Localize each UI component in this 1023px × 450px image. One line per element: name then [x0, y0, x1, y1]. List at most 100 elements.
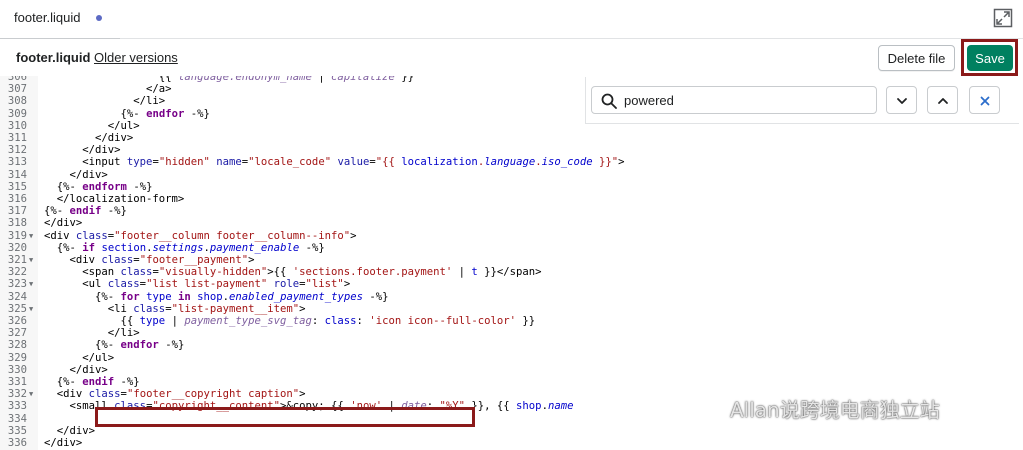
code-line[interactable]: 320 {%- if section.settings.payment_enab…	[0, 242, 1023, 254]
save-button[interactable]: Save	[967, 45, 1013, 71]
code-line[interactable]: 313 <input type="hidden" name="locale_co…	[0, 156, 1023, 168]
code-line[interactable]: 316 </localization-form>	[0, 193, 1023, 205]
code-line[interactable]: 315 {%- endform -%}	[0, 181, 1023, 193]
code-line[interactable]: 319 ▼ <div class="footer__column footer__c…	[0, 230, 1023, 242]
code-text: {%- if section.settings.payment_enable -…	[44, 242, 325, 254]
code-line[interactable]: 328 {%- endfor -%}	[0, 339, 1023, 351]
code-line[interactable]: 317 {%- endif -%}	[0, 205, 1023, 217]
code-line[interactable]: 336 </div>	[0, 437, 1023, 449]
line-number: 317	[7, 205, 27, 218]
code-text: <li class="list-payment__item">	[44, 303, 306, 315]
code-token: </div>	[44, 217, 83, 230]
code-line[interactable]: 318 </div>	[0, 217, 1023, 229]
code-line[interactable]: 327 </li>	[0, 327, 1023, 339]
wechat-icon	[701, 398, 722, 417]
code-token: <div	[44, 254, 102, 266]
code-token: }}"	[592, 156, 619, 169]
line-number: 316	[7, 193, 27, 205]
delete-file-button[interactable]: Delete file	[878, 45, 955, 71]
code-token: "hidden"	[158, 156, 210, 169]
code-token: {%-	[44, 107, 147, 120]
code-token: </div>	[44, 132, 134, 144]
code-token: payment_enable	[209, 241, 300, 254]
code-token: class	[75, 229, 108, 242]
code-token: -%}	[362, 290, 389, 303]
previous-match-button[interactable]	[927, 86, 958, 114]
line-number: 314	[7, 168, 27, 181]
code-token: language.endonym_name	[177, 76, 312, 83]
code-token: >	[343, 278, 351, 291]
code-line[interactable]: 314 </div>	[0, 169, 1023, 181]
editor-toolbar: footer.liquid Older versions	[0, 39, 1023, 75]
code-line[interactable]: 312 </div>	[0, 144, 1023, 156]
chevron-down-icon	[897, 98, 907, 104]
code-line[interactable]: 331 {%- endif -%}	[0, 376, 1023, 388]
code-text: </a>	[44, 83, 172, 95]
code-text: {%- for type in shop.enabled_payment_typ…	[44, 290, 389, 303]
code-token: <span	[44, 266, 121, 279]
line-number: 336	[7, 437, 27, 449]
search-input[interactable]	[624, 90, 864, 110]
code-token: -%}	[114, 376, 140, 388]
code-token: |	[452, 266, 472, 279]
older-versions-link[interactable]: Older versions	[94, 50, 178, 65]
code-token: }}	[394, 76, 414, 83]
expand-icon[interactable]	[993, 8, 1013, 28]
code-token: >	[350, 229, 357, 242]
fold-arrow-icon[interactable]: ▼	[29, 230, 33, 242]
code-line[interactable]: 324 {%- for type in shop.enabled_payment…	[0, 291, 1023, 303]
close-search-button[interactable]	[969, 86, 1000, 114]
code-token: {{	[158, 76, 178, 83]
code-line[interactable]: 311 </div>	[0, 132, 1023, 144]
code-line[interactable]: 326 {{ type | payment_type_svg_tag: clas…	[0, 315, 1023, 327]
code-text: <input type="hidden" name="locale_code" …	[44, 156, 625, 169]
code-token: class	[120, 266, 153, 279]
line-number: 328	[7, 339, 27, 352]
code-token: class	[324, 315, 357, 327]
code-line[interactable]: 322 <span class="visually-hidden">{{ 'se…	[0, 266, 1023, 278]
line-number: 334	[7, 412, 27, 425]
code-line[interactable]: 321 ▼ <div class="footer__payment">	[0, 254, 1023, 266]
line-number: 323	[7, 278, 27, 291]
code-line[interactable]: 325 ▼ <li class="list-payment__item">	[0, 303, 1023, 315]
code-text: {%- endfor -%}	[44, 339, 184, 351]
line-number: 325	[7, 302, 27, 315]
line-number: 332	[7, 388, 27, 401]
code-token: <li	[44, 302, 134, 315]
next-match-button[interactable]	[886, 86, 917, 114]
file-title: footer.liquid	[16, 50, 91, 65]
code-text: <div class="footer__payment">	[44, 254, 255, 266]
code-line[interactable]: 329 </ul>	[0, 352, 1023, 364]
fold-arrow-icon[interactable]: ▼	[29, 303, 33, 315]
code-token: type	[139, 315, 166, 327]
code-token: >	[618, 156, 625, 169]
code-token: <div	[44, 229, 76, 242]
code-line[interactable]: 323 ▼ <ul class="list list-payment" role=…	[0, 278, 1023, 290]
search-icon	[601, 93, 617, 109]
line-number: 330	[7, 363, 27, 376]
code-token: -%}	[101, 205, 127, 218]
code-token: language	[484, 156, 536, 169]
fold-arrow-icon[interactable]: ▼	[29, 278, 33, 290]
code-token: shop	[516, 400, 542, 413]
line-number: 310	[7, 119, 27, 132]
search-box[interactable]	[591, 86, 877, 114]
line-number: 329	[7, 351, 27, 364]
line-number: 313	[7, 156, 27, 169]
code-text: </li>	[44, 95, 165, 107]
code-token: "list-payment__item"	[171, 302, 300, 315]
code-token: |	[165, 315, 185, 327]
code-text: {%- endform -%}	[44, 180, 153, 193]
code-line[interactable]: 330 </div>	[0, 364, 1023, 376]
fold-arrow-icon[interactable]: ▼	[29, 388, 33, 400]
line-number: 318	[7, 217, 27, 230]
line-number: 331	[7, 376, 27, 388]
code-token: class	[88, 388, 121, 401]
fold-arrow-icon[interactable]: ▼	[29, 254, 33, 266]
tab-footer-liquid[interactable]: footer.liquid	[0, 0, 120, 40]
line-number: 320	[7, 241, 27, 254]
code-token: "footer__column footer__column--info"	[114, 229, 351, 242]
code-token: endform	[82, 180, 127, 193]
line-number: 312	[7, 144, 27, 157]
